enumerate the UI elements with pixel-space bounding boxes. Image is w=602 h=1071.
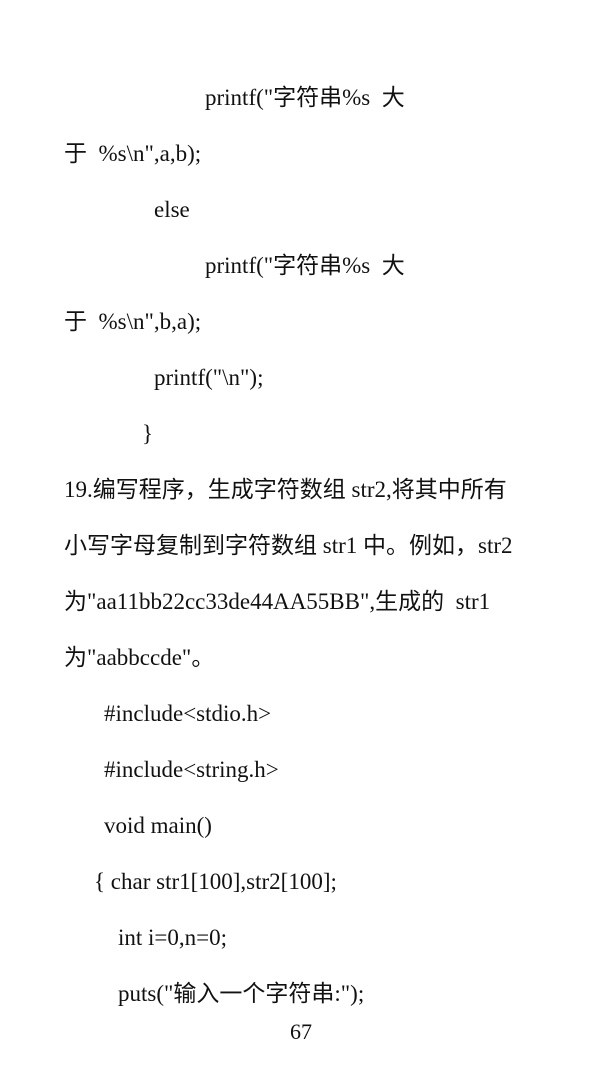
code-line: 于 %s\n",b,a); bbox=[64, 309, 202, 334]
code-line: int i=0,n=0; bbox=[118, 925, 228, 950]
problem-text-line: 小写字母复制到字符数组 str1 中。例如，str2 bbox=[64, 533, 513, 558]
code-line: printf("字符串%s 大 bbox=[205, 253, 405, 278]
code-line: printf("字符串%s 大 bbox=[205, 85, 405, 110]
page-number: 67 bbox=[290, 1019, 312, 1044]
code-line: 于 %s\n",a,b); bbox=[64, 141, 202, 166]
document-page: printf("字符串%s 大 于 %s\n",a,b); else print… bbox=[0, 0, 602, 1071]
code-line: void main() bbox=[104, 813, 212, 838]
problem-text-line: 为"aabbccde"。 bbox=[64, 645, 215, 670]
code-line: printf("\n"); bbox=[154, 365, 264, 390]
problem-text-line: 为"aa11bb22cc33de44AA55BB",生成的 str1 bbox=[64, 589, 491, 614]
code-line: #include<string.h> bbox=[104, 757, 279, 782]
code-line: else bbox=[154, 197, 190, 222]
code-line: } bbox=[142, 421, 154, 446]
code-line: { char str1[100],str2[100]; bbox=[94, 869, 337, 894]
problem-text-line: 19.编写程序，生成字符数组 str2,将其中所有 bbox=[64, 477, 507, 502]
code-line: puts("输入一个字符串:"); bbox=[118, 981, 365, 1006]
code-line: #include<stdio.h> bbox=[104, 701, 272, 726]
